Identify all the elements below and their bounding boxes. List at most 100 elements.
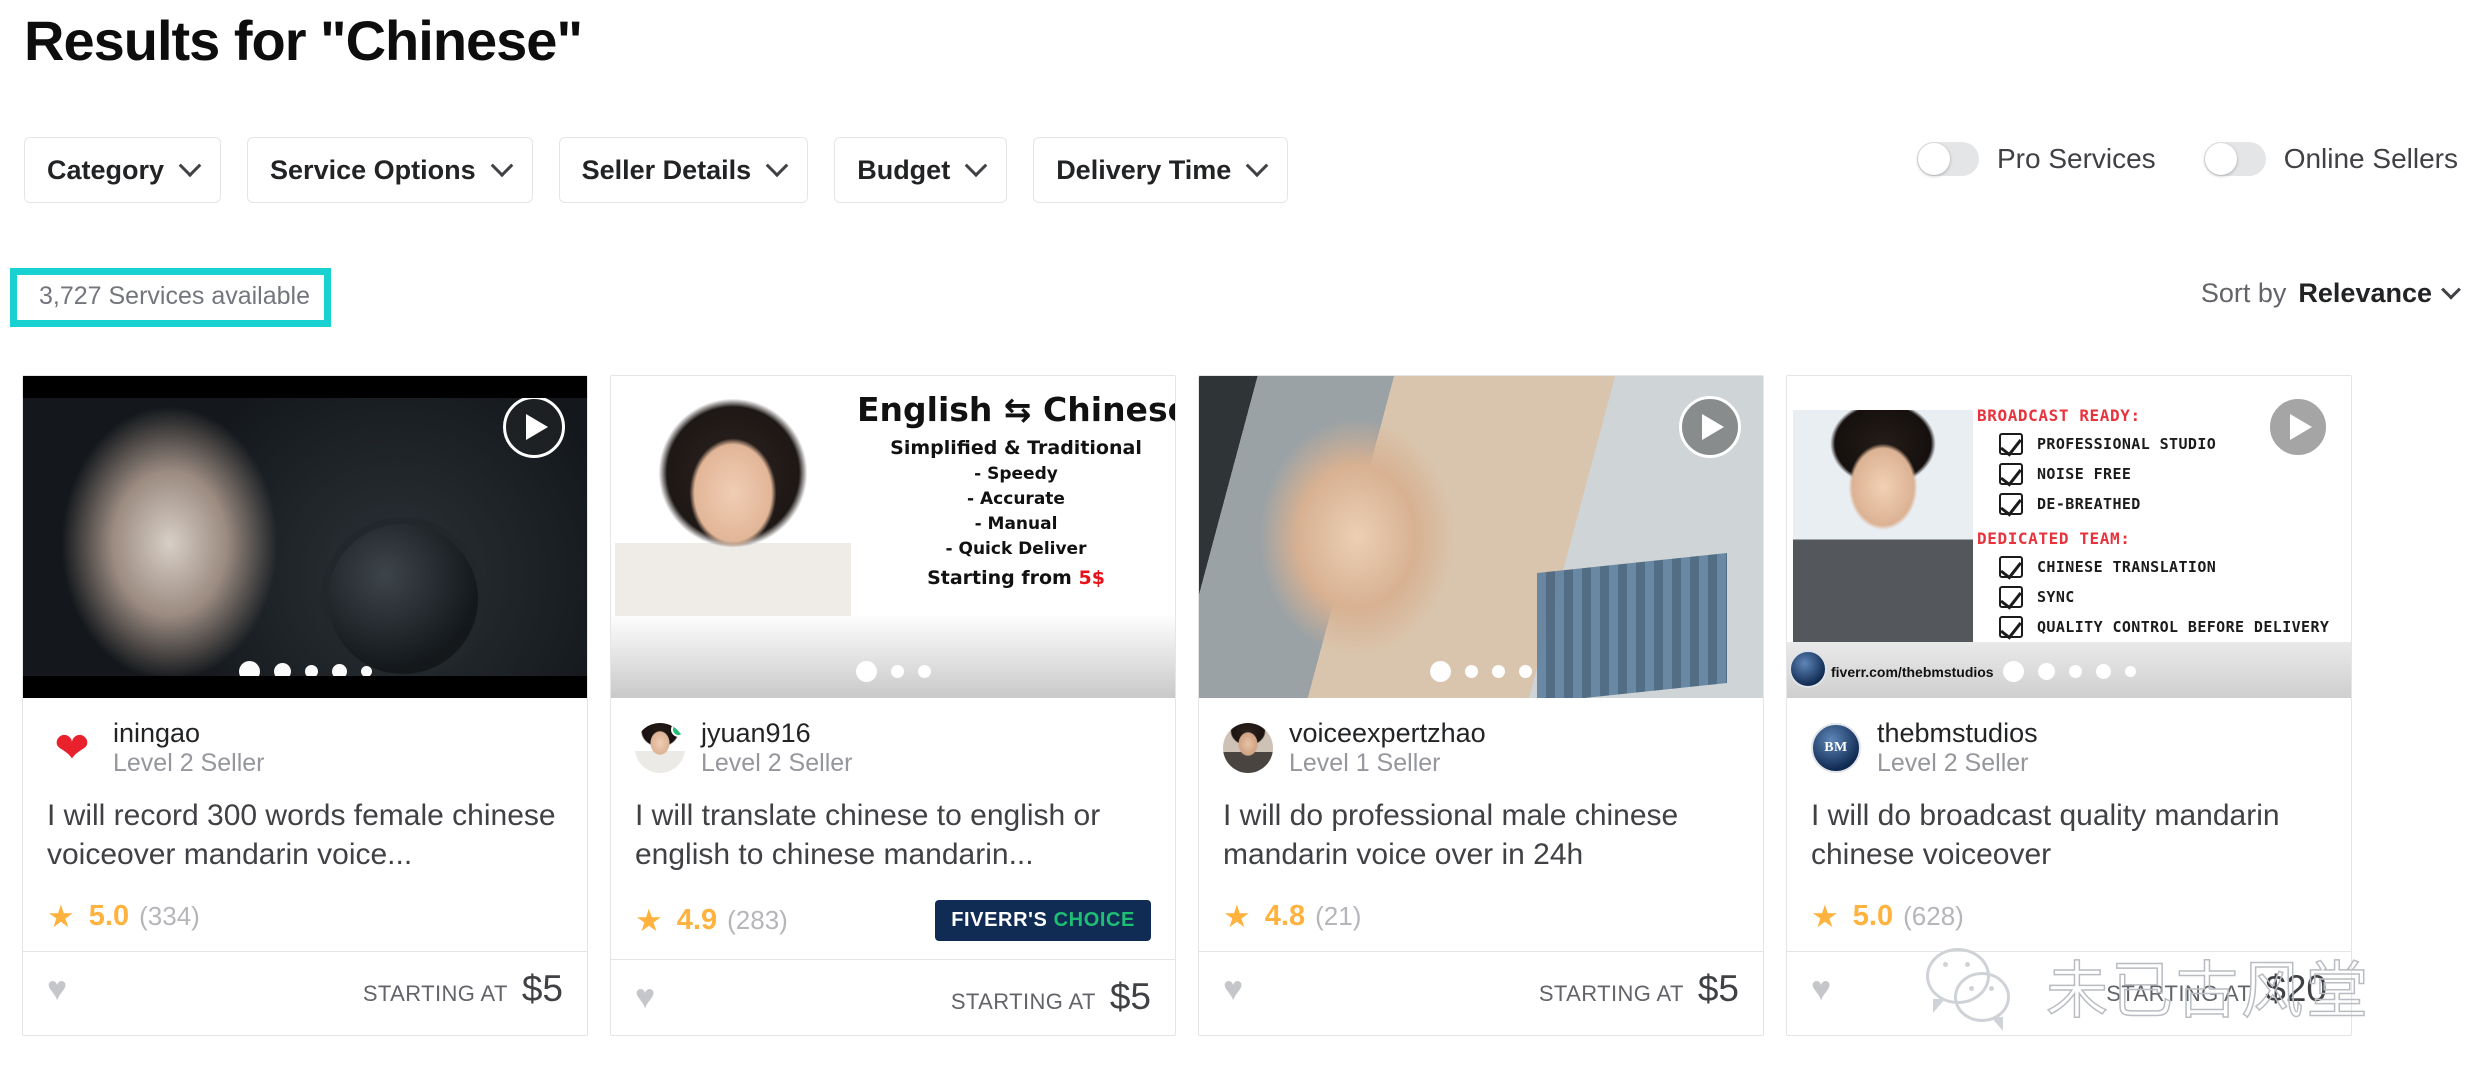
carousel-dots[interactable] <box>1787 661 2351 682</box>
toggle-group-container: Pro Services Online Sellers <box>1916 142 2458 176</box>
heart-outline-icon[interactable]: ♥ <box>1811 972 1831 1006</box>
chevron-down-icon <box>2441 279 2461 300</box>
heart-avatar-icon: ❤ <box>47 723 97 773</box>
carousel-dots[interactable] <box>1199 661 1763 682</box>
rating-score: 5.0 <box>88 899 130 932</box>
price-row: ♥ STARTING AT $5 <box>611 958 1175 1035</box>
checklist-item: SYNC <box>1999 586 2343 608</box>
gig-card[interactable]: voiceexpertzhao Level 1 Seller I will do… <box>1198 375 1764 1036</box>
rating-row: ★ 4.9 (283) FIVERR'S CHOICE <box>611 888 1175 959</box>
seller-name[interactable]: voiceexpertzhao <box>1289 718 1486 748</box>
results-count-text: 3,727 Services available <box>39 282 310 310</box>
carousel-dots[interactable] <box>611 661 1175 682</box>
filter-button-budget[interactable]: Budget <box>834 137 1008 203</box>
filter-button-service-options[interactable]: Service Options <box>247 137 533 203</box>
checklist-headshot-image <box>1793 410 1973 650</box>
seller-row[interactable]: BM thebmstudios Level 2 Seller <box>1787 698 2351 778</box>
gig-card-grid: ❤ iningao Level 2 Seller I will record 3… <box>22 375 2352 1036</box>
gig-media-carousel[interactable]: BROADCAST READY: PROFESSIONAL STUDIO NOI… <box>1787 376 2351 698</box>
checklist-item: QUALITY CONTROL BEFORE DELIVERY <box>1999 616 2343 638</box>
star-icon: ★ <box>47 898 75 934</box>
price-amount: $5 <box>1697 968 1739 1010</box>
media-fade-strip <box>611 616 1175 698</box>
carousel-dots[interactable] <box>23 661 587 682</box>
toggle-online-sellers[interactable]: Online Sellers <box>2203 142 2458 176</box>
chevron-down-icon <box>178 154 202 178</box>
checkbox-checked-icon <box>1999 556 2023 578</box>
star-icon: ★ <box>1811 898 1839 934</box>
filter-label: Seller Details <box>581 154 752 185</box>
price-label: STARTING AT <box>362 981 508 1007</box>
seller-name[interactable]: iningao <box>113 718 264 748</box>
play-button-icon[interactable] <box>503 396 565 458</box>
toggle-switch-icon[interactable] <box>1916 142 1979 176</box>
gig-title[interactable]: I will do broadcast quality mandarin chi… <box>1787 778 2351 888</box>
gig-media-carousel[interactable]: English ⇆ Chinese Simplified & Tradition… <box>611 376 1175 698</box>
gig-title[interactable]: I will translate chinese to english or e… <box>611 778 1175 888</box>
promo-price-value: 5$ <box>1078 567 1105 589</box>
gig-media-carousel[interactable] <box>1199 376 1763 698</box>
promo-bullet: - Speedy <box>974 464 1058 484</box>
rating-count: (334) <box>139 900 200 931</box>
seller-avatar-icon <box>635 722 685 773</box>
seller-level: Level 2 Seller <box>113 749 265 778</box>
seller-avatar-icon: BM <box>1811 722 1861 773</box>
checklist-item-label: NOISE FREE <box>2037 465 2132 483</box>
price-label: STARTING AT <box>2106 981 2252 1007</box>
promo-price-prefix: Starting from <box>927 567 1079 589</box>
avatar-glyph: ❤ <box>54 723 90 771</box>
sort-by-dropdown[interactable]: Sort by Relevance <box>2201 278 2461 309</box>
promo-bullet: - Accurate <box>967 489 1065 509</box>
seller-name[interactable]: jyuan916 <box>701 718 852 748</box>
seller-row[interactable]: jyuan916 Level 2 Seller <box>611 698 1175 778</box>
results-summary-row: 3,727 Services available Sort by Relevan… <box>0 268 2470 332</box>
filter-button-category[interactable]: Category <box>24 137 222 203</box>
filter-label: Budget <box>857 154 951 185</box>
gig-card[interactable]: ❤ iningao Level 2 Seller I will record 3… <box>22 375 588 1036</box>
filter-button-delivery-time[interactable]: Delivery Time <box>1033 137 1289 203</box>
seller-row[interactable]: ❤ iningao Level 2 Seller <box>23 698 587 778</box>
gig-card[interactable]: English ⇆ Chinese Simplified & Tradition… <box>610 375 1176 1036</box>
toggle-label: Pro Services <box>1996 143 2156 174</box>
fiverrs-choice-badge: FIVERR'S CHOICE <box>935 899 1151 941</box>
checkbox-checked-icon <box>1999 586 2023 608</box>
online-status-icon <box>671 722 685 737</box>
checklist-item: CHINESE TRANSLATION <box>1999 556 2343 578</box>
gig-media-carousel[interactable] <box>23 376 587 698</box>
price-label: STARTING AT <box>1538 981 1684 1007</box>
toggle-pro-services[interactable]: Pro Services <box>1916 142 2156 176</box>
promo-bullet: - Manual <box>974 514 1058 534</box>
toggle-switch-icon[interactable] <box>2203 142 2266 176</box>
promo-text-block: English ⇆ Chinese Simplified & Tradition… <box>857 390 1175 589</box>
seller-name[interactable]: thebmstudios <box>1877 718 2038 748</box>
rating-row: ★ 5.0 (334) <box>23 888 587 951</box>
gig-title[interactable]: I will do professional male chinese mand… <box>1199 778 1763 888</box>
checklist-item-label: DE-BREATHED <box>2037 495 2141 513</box>
filter-button-seller-details[interactable]: Seller Details <box>558 137 809 203</box>
gig-title[interactable]: I will record 300 words female chinese v… <box>23 778 587 888</box>
gig-card[interactable]: BROADCAST READY: PROFESSIONAL STUDIO NOI… <box>1786 375 2352 1036</box>
checkbox-checked-icon <box>1999 493 2023 515</box>
seller-level: Level 1 Seller <box>1289 749 1441 778</box>
seller-level: Level 2 Seller <box>1877 749 2029 778</box>
star-icon: ★ <box>1223 898 1251 934</box>
play-button-icon[interactable] <box>2267 396 2329 458</box>
seller-row[interactable]: voiceexpertzhao Level 1 Seller <box>1199 698 1763 778</box>
filter-label: Service Options <box>270 154 476 185</box>
heart-outline-icon[interactable]: ♥ <box>47 972 67 1006</box>
seller-level: Level 2 Seller <box>701 749 853 778</box>
filter-label: Delivery Time <box>1056 154 1232 185</box>
heart-outline-icon[interactable]: ♥ <box>635 980 655 1014</box>
price-amount: $5 <box>1109 976 1151 1018</box>
checklist-item: DE-BREATHED <box>1999 493 2343 515</box>
price-row: ♥ STARTING AT $5 <box>1199 950 1763 1027</box>
promo-heading: English ⇆ Chinese <box>857 390 1175 429</box>
chevron-down-icon <box>1245 154 1269 178</box>
promo-portrait-image <box>615 398 851 648</box>
rating-score: 5.0 <box>1852 899 1894 932</box>
heart-outline-icon[interactable]: ♥ <box>1223 972 1243 1006</box>
seller-avatar-icon <box>1223 722 1273 773</box>
search-results-page: Results for "Chinese" Category Service O… <box>0 0 2470 1085</box>
play-button-icon[interactable] <box>1679 396 1741 458</box>
rating-row: ★ 5.0 (628) <box>1787 888 2351 951</box>
